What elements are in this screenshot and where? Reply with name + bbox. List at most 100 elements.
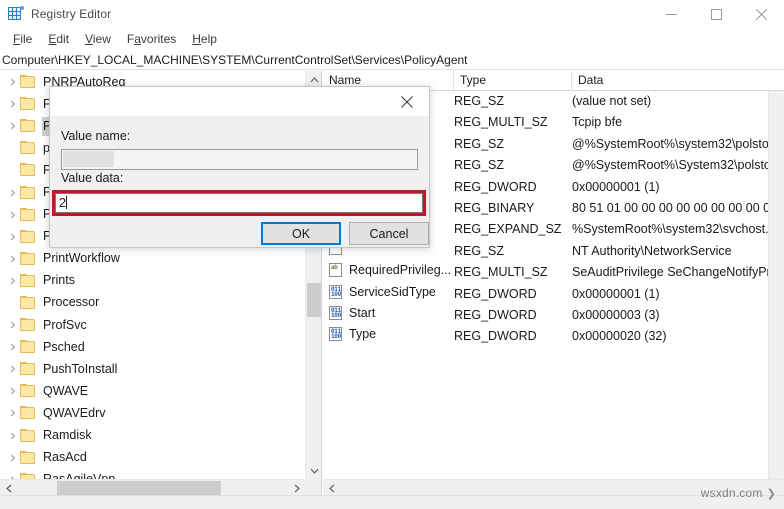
watermark: wsxdn.com ❯ bbox=[701, 486, 776, 500]
multi-string-value-icon: ab bbox=[329, 263, 344, 278]
close-icon[interactable] bbox=[384, 87, 429, 116]
address-bar[interactable]: Computer\HKEY_LOCAL_MACHINE\SYSTEM\Curre… bbox=[0, 50, 784, 70]
value-data-highlight: 2 bbox=[52, 190, 426, 216]
value-type-cell: REG_SZ bbox=[454, 243, 505, 258]
table-row[interactable]: ab RequiredPrivileg... REG_MULTI_SZ SeAudit… bbox=[323, 262, 768, 283]
minimize-icon[interactable] bbox=[649, 0, 694, 28]
column-header-data[interactable]: Data bbox=[572, 71, 784, 90]
value-type-cell: REG_DWORD bbox=[454, 329, 537, 344]
value-data-cell: 0x00000001 (1) bbox=[572, 179, 660, 194]
expand-arrow-icon[interactable] bbox=[6, 115, 20, 137]
registry-editor-window: Registry Editor File Edit View Favorites… bbox=[0, 0, 784, 509]
tree-item-pushtoinstall[interactable]: PushToInstall bbox=[0, 358, 305, 380]
chevron-down-icon[interactable] bbox=[306, 462, 321, 479]
expand-arrow-icon[interactable] bbox=[6, 425, 20, 447]
value-name-cell: 011 100 ServiceSidType bbox=[329, 284, 453, 300]
value-type-cell: REG_MULTI_SZ bbox=[454, 115, 548, 130]
menu-accel-favorites: a bbox=[134, 31, 141, 46]
tree-hscroll-thumb[interactable] bbox=[57, 481, 221, 495]
value-data-text: 2 bbox=[59, 196, 66, 210]
chevron-left-icon[interactable] bbox=[323, 480, 340, 495]
folder-icon bbox=[20, 141, 36, 155]
text-caret bbox=[65, 196, 67, 209]
tree-item-rasagilevpn[interactable]: RasAgileVpn bbox=[0, 469, 305, 479]
folder-icon bbox=[20, 207, 36, 222]
menu-item-edit[interactable]: Edit bbox=[40, 30, 77, 48]
window-controls bbox=[649, 0, 784, 28]
tree-item-processor[interactable]: Processor bbox=[0, 292, 305, 314]
expand-arrow-icon[interactable] bbox=[6, 226, 20, 248]
value-name-text: Start bbox=[349, 305, 376, 320]
tree-item-prints[interactable]: Prints bbox=[0, 270, 305, 292]
registry-editor-icon bbox=[8, 6, 24, 22]
folder-icon bbox=[20, 406, 36, 420]
tree-indent-spacer bbox=[6, 137, 20, 159]
value-type-cell: REG_DWORD bbox=[454, 307, 537, 322]
value-data-cell: 80 51 01 00 00 00 00 00 00 00 00 00 03 0… bbox=[572, 200, 768, 215]
table-row[interactable]: 011 100 Start REG_DWORD 0x00000003 (3) bbox=[323, 305, 768, 326]
value-name-input[interactable] bbox=[61, 149, 418, 170]
folder-icon bbox=[20, 340, 36, 354]
folder-icon bbox=[20, 295, 36, 310]
expand-arrow-icon[interactable] bbox=[6, 469, 20, 479]
tree-item-printworkflow[interactable]: PrintWorkflow bbox=[0, 248, 305, 270]
chevron-left-icon[interactable] bbox=[0, 480, 17, 495]
value-type-cell: REG_BINARY bbox=[454, 200, 535, 215]
folder-icon bbox=[20, 362, 36, 376]
window-title: Registry Editor bbox=[31, 7, 112, 21]
expand-arrow-icon[interactable] bbox=[6, 336, 20, 358]
value-type-cell: REG_SZ bbox=[454, 158, 505, 173]
tree-item-rasacd[interactable]: RasAcd bbox=[0, 447, 305, 469]
list-vertical-scrollbar[interactable] bbox=[768, 91, 784, 479]
tree-item-profsvc[interactable]: ProfSvc bbox=[0, 314, 305, 336]
tree-item-qwavedrv[interactable]: QWAVEdrv bbox=[0, 402, 305, 424]
tree-item-ramdisk[interactable]: Ramdisk bbox=[0, 425, 305, 447]
expand-arrow-icon[interactable] bbox=[6, 182, 20, 204]
value-name-cell: 011 100 Type bbox=[329, 326, 453, 342]
value-data-cell: 0x00000020 (32) bbox=[572, 329, 667, 344]
expand-arrow-icon[interactable] bbox=[6, 380, 20, 402]
column-header-type[interactable]: Type bbox=[454, 71, 572, 90]
tree-item-psched[interactable]: Psched bbox=[0, 336, 305, 358]
expand-arrow-icon[interactable] bbox=[6, 248, 20, 270]
chevron-right-icon[interactable] bbox=[288, 480, 305, 495]
expand-arrow-icon[interactable] bbox=[6, 402, 20, 424]
expand-arrow-icon[interactable] bbox=[6, 270, 20, 292]
edit-value-dialog: Value name: Value data: 2 OK Cancel bbox=[49, 86, 430, 248]
cancel-button[interactable]: Cancel bbox=[349, 222, 429, 245]
expand-arrow-icon[interactable] bbox=[6, 204, 20, 226]
tree-item-label: QWAVEdrv bbox=[43, 405, 106, 420]
folder-icon bbox=[20, 229, 36, 244]
expand-arrow-icon[interactable] bbox=[6, 314, 20, 336]
tree-item-label: RasAgileVpn bbox=[42, 470, 119, 479]
value-name-label: Value name: bbox=[61, 129, 131, 143]
expand-arrow-icon[interactable] bbox=[6, 71, 20, 93]
tree-indent-spacer bbox=[6, 159, 20, 181]
tree-item-qwave[interactable]: QWAVE bbox=[0, 380, 305, 402]
table-row[interactable]: 011 100 Type REG_DWORD 0x00000020 (32) bbox=[323, 326, 768, 347]
menu-item-favorites[interactable]: Favorites bbox=[119, 30, 184, 48]
menu-item-file[interactable]: File bbox=[5, 30, 40, 48]
menu-item-view[interactable]: View bbox=[77, 30, 119, 48]
tree-horizontal-scrollbar[interactable] bbox=[0, 479, 305, 495]
table-row[interactable]: 011 100 ServiceSidType REG_DWORD 0x00000001 … bbox=[323, 284, 768, 305]
value-type-cell: REG_DWORD bbox=[454, 179, 537, 194]
ok-button[interactable]: OK bbox=[261, 222, 341, 245]
menu-accel-help: H bbox=[192, 31, 201, 46]
value-data-cell: (value not set) bbox=[572, 94, 652, 108]
value-data-cell: 0x00000003 (3) bbox=[572, 307, 660, 322]
value-data-label: Value data: bbox=[61, 171, 124, 185]
expand-arrow-icon[interactable] bbox=[6, 93, 20, 115]
value-data-cell: Tcpip bfe bbox=[572, 115, 623, 130]
maximize-icon[interactable] bbox=[694, 0, 739, 28]
tree-item-label: Psched bbox=[43, 339, 85, 354]
menu-item-help[interactable]: Help bbox=[184, 30, 225, 48]
tree-scroll-thumb[interactable] bbox=[307, 283, 321, 317]
value-data-input[interactable]: 2 bbox=[55, 193, 423, 213]
folder-icon bbox=[20, 450, 36, 465]
value-name-disabled-segment bbox=[63, 151, 114, 167]
close-icon[interactable] bbox=[739, 0, 784, 28]
expand-arrow-icon[interactable] bbox=[6, 447, 20, 469]
expand-arrow-icon[interactable] bbox=[6, 358, 20, 380]
folder-icon bbox=[20, 428, 36, 443]
